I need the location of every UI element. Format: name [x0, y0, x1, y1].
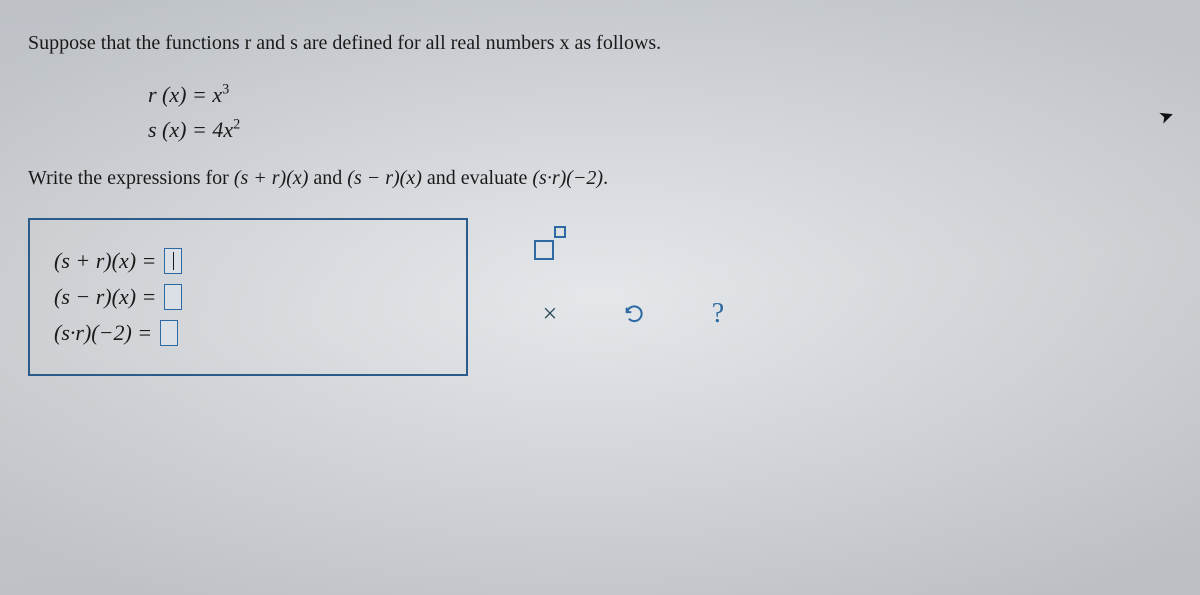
- task-text: Write the expressions for (s + r)(x) and…: [28, 167, 1172, 190]
- multiply-icon: ×: [543, 299, 558, 329]
- function-definitions: r (x) = x3 s (x) = 4x2: [148, 77, 1172, 147]
- task-expr-2: (s − r)(x): [347, 167, 422, 189]
- reset-icon: [623, 303, 645, 325]
- task-expr-3: (s·r)(−2): [532, 167, 603, 189]
- multiply-tool-button[interactable]: ×: [528, 292, 572, 336]
- answer-input-3[interactable]: [160, 320, 178, 346]
- exponent-base-icon: [534, 240, 554, 260]
- answer-line-3: (s·r)(−2) =: [54, 320, 442, 346]
- answer-label-3: (s·r)(−2) =: [54, 320, 152, 346]
- help-button[interactable]: ?: [696, 292, 740, 336]
- exponent-tool-button[interactable]: [528, 222, 572, 266]
- definition-s: s (x) = 4x2: [148, 112, 1172, 147]
- toolbox: × ?: [528, 222, 740, 336]
- answer-box: (s + r)(x) = (s − r)(x) = (s·r)(−2) =: [28, 218, 468, 376]
- answer-input-2[interactable]: [164, 284, 182, 310]
- task-post: .: [603, 167, 608, 189]
- task-pre: Write the expressions for: [28, 167, 234, 189]
- answer-line-2: (s − r)(x) =: [54, 284, 442, 310]
- answer-input-1[interactable]: [164, 248, 182, 274]
- task-expr-1: (s + r)(x): [234, 167, 309, 189]
- answer-line-1: (s + r)(x) =: [54, 248, 442, 274]
- r-exponent: 3: [222, 82, 229, 98]
- reset-button[interactable]: [612, 292, 656, 336]
- task-mid2: and evaluate: [422, 167, 533, 189]
- definition-r: r (x) = x3: [148, 77, 1172, 112]
- answer-label-1: (s + r)(x) =: [54, 248, 156, 274]
- r-lhs: r (x) = x: [148, 82, 222, 107]
- s-exponent: 2: [233, 117, 240, 133]
- s-lhs: s (x) = 4x: [148, 117, 233, 142]
- intro-text: Suppose that the functions r and s are d…: [28, 32, 661, 54]
- answer-label-2: (s − r)(x) =: [54, 284, 156, 310]
- exponent-superscript-icon: [554, 226, 566, 238]
- help-icon: ?: [712, 298, 724, 330]
- task-mid1: and: [308, 167, 347, 189]
- problem-intro: Suppose that the functions r and s are d…: [28, 32, 1172, 55]
